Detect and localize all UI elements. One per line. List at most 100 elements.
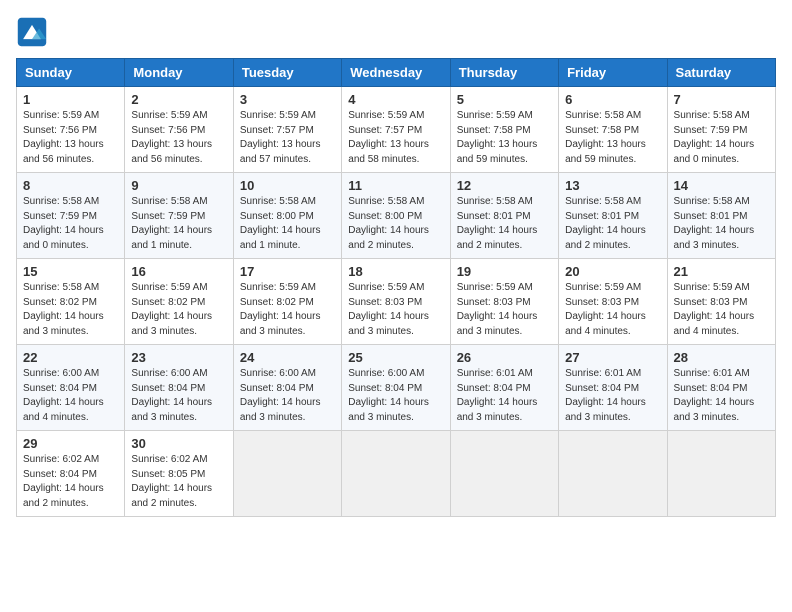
week-row-2: 8 Sunrise: 5:58 AM Sunset: 7:59 PM Daylig… (17, 173, 776, 259)
day-number: 9 (131, 178, 226, 193)
day-info: Sunrise: 5:59 AM Sunset: 8:02 PM Dayligh… (240, 281, 335, 339)
day-number: 30 (131, 436, 226, 451)
day-number: 23 (131, 350, 226, 365)
day-number: 24 (240, 350, 335, 365)
day-info: Sunrise: 5:59 AM Sunset: 7:57 PM Dayligh… (348, 109, 443, 167)
day-info: Sunrise: 6:01 AM Sunset: 8:04 PM Dayligh… (674, 367, 769, 425)
day-number: 27 (565, 350, 660, 365)
day-cell: 1Sunrise: 5:59 AM Sunset: 7:56 PM Daylig… (17, 87, 125, 173)
day-number: 7 (674, 92, 769, 107)
day-cell: 14 Sunrise: 5:58 AM Sunset: 8:01 PM Dayli… (667, 173, 775, 259)
calendar-header: SundayMondayTuesdayWednesdayThursdayFrid… (17, 59, 776, 87)
day-cell: 4 Sunrise: 5:59 AM Sunset: 7:57 PM Daylig… (342, 87, 450, 173)
day-cell: 30Sunrise: 6:02 AM Sunset: 8:05 PM Dayli… (125, 431, 233, 517)
day-number: 22 (23, 350, 118, 365)
day-number: 26 (457, 350, 552, 365)
day-cell: 21 Sunrise: 5:59 AM Sunset: 8:03 PM Dayli… (667, 259, 775, 345)
header (16, 16, 776, 48)
day-number: 3 (240, 92, 335, 107)
day-cell: 27 Sunrise: 6:01 AM Sunset: 8:04 PM Dayli… (559, 345, 667, 431)
day-cell: 24 Sunrise: 6:00 AM Sunset: 8:04 PM Dayli… (233, 345, 341, 431)
day-cell: 13 Sunrise: 5:58 AM Sunset: 8:01 PM Dayli… (559, 173, 667, 259)
header-day-thursday: Thursday (450, 59, 558, 87)
day-number: 25 (348, 350, 443, 365)
day-info: Sunrise: 5:58 AM Sunset: 8:00 PM Dayligh… (348, 195, 443, 253)
day-info: Sunrise: 5:59 AM Sunset: 8:03 PM Dayligh… (565, 281, 660, 339)
day-cell (559, 431, 667, 517)
week-row-4: 22 Sunrise: 6:00 AM Sunset: 8:04 PM Dayli… (17, 345, 776, 431)
day-info: Sunrise: 5:59 AM Sunset: 8:03 PM Dayligh… (674, 281, 769, 339)
day-cell: 2Sunrise: 5:59 AM Sunset: 7:56 PM Daylig… (125, 87, 233, 173)
day-number: 17 (240, 264, 335, 279)
day-cell: 3 Sunrise: 5:59 AM Sunset: 7:57 PM Daylig… (233, 87, 341, 173)
header-day-sunday: Sunday (17, 59, 125, 87)
day-info: Sunrise: 5:58 AM Sunset: 7:59 PM Dayligh… (131, 195, 226, 253)
day-number: 16 (131, 264, 226, 279)
day-info: Sunrise: 6:00 AM Sunset: 8:04 PM Dayligh… (348, 367, 443, 425)
day-info: Sunrise: 6:00 AM Sunset: 8:04 PM Dayligh… (23, 367, 118, 425)
day-info: Sunrise: 5:59 AM Sunset: 7:57 PM Dayligh… (240, 109, 335, 167)
day-number: 6 (565, 92, 660, 107)
header-day-friday: Friday (559, 59, 667, 87)
logo-icon (16, 16, 48, 48)
day-cell: 19Sunrise: 5:59 AM Sunset: 8:03 PM Dayli… (450, 259, 558, 345)
day-number: 19 (457, 264, 552, 279)
day-info: Sunrise: 5:58 AM Sunset: 8:01 PM Dayligh… (457, 195, 552, 253)
day-number: 11 (348, 178, 443, 193)
day-info: Sunrise: 6:01 AM Sunset: 8:04 PM Dayligh… (457, 367, 552, 425)
header-day-saturday: Saturday (667, 59, 775, 87)
day-number: 8 (23, 178, 118, 193)
day-info: Sunrise: 5:58 AM Sunset: 8:00 PM Dayligh… (240, 195, 335, 253)
day-cell: 23 Sunrise: 6:00 AM Sunset: 8:04 PM Dayli… (125, 345, 233, 431)
day-cell: 26 Sunrise: 6:01 AM Sunset: 8:04 PM Dayli… (450, 345, 558, 431)
week-row-5: 29 Sunrise: 6:02 AM Sunset: 8:04 PM Dayli… (17, 431, 776, 517)
day-info: Sunrise: 6:02 AM Sunset: 8:04 PM Dayligh… (23, 453, 118, 511)
day-cell: 8 Sunrise: 5:58 AM Sunset: 7:59 PM Daylig… (17, 173, 125, 259)
day-cell: 20Sunrise: 5:59 AM Sunset: 8:03 PM Dayli… (559, 259, 667, 345)
calendar-body: 1Sunrise: 5:59 AM Sunset: 7:56 PM Daylig… (17, 87, 776, 517)
day-info: Sunrise: 5:58 AM Sunset: 8:01 PM Dayligh… (565, 195, 660, 253)
day-number: 14 (674, 178, 769, 193)
day-cell (342, 431, 450, 517)
day-info: Sunrise: 5:58 AM Sunset: 8:01 PM Dayligh… (674, 195, 769, 253)
day-info: Sunrise: 6:00 AM Sunset: 8:04 PM Dayligh… (131, 367, 226, 425)
day-cell: 11 Sunrise: 5:58 AM Sunset: 8:00 PM Dayli… (342, 173, 450, 259)
day-info: Sunrise: 5:59 AM Sunset: 8:02 PM Dayligh… (131, 281, 226, 339)
day-cell: 10Sunrise: 5:58 AM Sunset: 8:00 PM Dayli… (233, 173, 341, 259)
day-cell (233, 431, 341, 517)
day-number: 2 (131, 92, 226, 107)
day-cell: 17 Sunrise: 5:59 AM Sunset: 8:02 PM Dayli… (233, 259, 341, 345)
day-number: 28 (674, 350, 769, 365)
day-number: 15 (23, 264, 118, 279)
day-cell: 9 Sunrise: 5:58 AM Sunset: 7:59 PM Daylig… (125, 173, 233, 259)
day-cell (450, 431, 558, 517)
day-info: Sunrise: 6:01 AM Sunset: 8:04 PM Dayligh… (565, 367, 660, 425)
day-number: 21 (674, 264, 769, 279)
day-number: 4 (348, 92, 443, 107)
day-cell: 5 Sunrise: 5:59 AM Sunset: 7:58 PM Daylig… (450, 87, 558, 173)
day-number: 5 (457, 92, 552, 107)
header-day-wednesday: Wednesday (342, 59, 450, 87)
day-info: Sunrise: 6:00 AM Sunset: 8:04 PM Dayligh… (240, 367, 335, 425)
day-info: Sunrise: 5:59 AM Sunset: 7:56 PM Dayligh… (23, 109, 118, 167)
header-day-monday: Monday (125, 59, 233, 87)
day-cell: 25 Sunrise: 6:00 AM Sunset: 8:04 PM Dayli… (342, 345, 450, 431)
day-cell: 15 Sunrise: 5:58 AM Sunset: 8:02 PM Dayli… (17, 259, 125, 345)
day-info: Sunrise: 5:58 AM Sunset: 7:59 PM Dayligh… (674, 109, 769, 167)
header-day-tuesday: Tuesday (233, 59, 341, 87)
day-cell: 29 Sunrise: 6:02 AM Sunset: 8:04 PM Dayli… (17, 431, 125, 517)
day-cell: 12 Sunrise: 5:58 AM Sunset: 8:01 PM Dayli… (450, 173, 558, 259)
day-info: Sunrise: 5:59 AM Sunset: 7:58 PM Dayligh… (457, 109, 552, 167)
day-info: Sunrise: 5:59 AM Sunset: 8:03 PM Dayligh… (348, 281, 443, 339)
day-cell: 22 Sunrise: 6:00 AM Sunset: 8:04 PM Dayli… (17, 345, 125, 431)
day-cell (667, 431, 775, 517)
day-cell: 18Sunrise: 5:59 AM Sunset: 8:03 PM Dayli… (342, 259, 450, 345)
day-number: 29 (23, 436, 118, 451)
day-cell: 7 Sunrise: 5:58 AM Sunset: 7:59 PM Daylig… (667, 87, 775, 173)
day-number: 12 (457, 178, 552, 193)
week-row-3: 15 Sunrise: 5:58 AM Sunset: 8:02 PM Dayli… (17, 259, 776, 345)
day-info: Sunrise: 5:58 AM Sunset: 8:02 PM Dayligh… (23, 281, 118, 339)
day-info: Sunrise: 5:58 AM Sunset: 7:59 PM Dayligh… (23, 195, 118, 253)
week-row-1: 1Sunrise: 5:59 AM Sunset: 7:56 PM Daylig… (17, 87, 776, 173)
day-number: 13 (565, 178, 660, 193)
